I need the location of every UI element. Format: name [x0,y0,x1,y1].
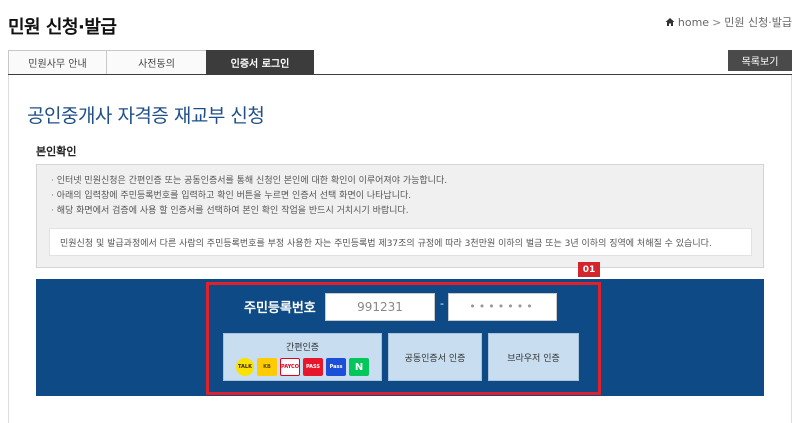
tab-bar: 민원사무 안내 사전동의 인증서 로그인 [8,50,314,75]
rrn-label: 주민등록번호 [244,301,316,316]
kb-icon: KB [257,358,277,376]
joint-certificate-button[interactable]: 공동인증서 인증 [388,333,482,381]
rrn-back-input[interactable]: ••••••• [448,293,557,321]
breadcrumb-separator: > [712,15,722,29]
simple-auth-button[interactable]: 간편인증 TALK KB PAYCO PASS Pass N [223,333,382,381]
pass-icon: PASS [303,358,323,376]
notice-item: 해당 화면에서 검증에 사용 할 인증서를 선택하여 본인 확인 작업을 반드시… [51,204,447,219]
tab-prior-consent[interactable]: 사전동의 [106,50,206,75]
samsung-pass-icon: Pass [326,358,346,376]
provider-icons: TALK KB PAYCO PASS Pass N [236,358,369,376]
list-view-button[interactable]: 목록보기 [728,50,792,71]
tab-certificate-login[interactable]: 인증서 로그인 [206,50,314,75]
application-title: 공인중개사 자격증 재교부 신청 [27,105,265,127]
rrn-dash: - [440,297,444,310]
rrn-front-input[interactable]: 991231 [325,293,435,321]
breadcrumb-current: 민원 신청·발급 [724,16,792,29]
tab-service-guide[interactable]: 민원사무 안내 [8,50,106,75]
naver-icon: N [349,358,369,376]
home-icon[interactable] [665,17,675,27]
simple-auth-label: 간편인증 [285,343,320,353]
legal-warning: 민원신청 및 발급과정에서 다른 사람의 주민등록번호를 부정 사용한 자는 주… [49,228,752,256]
notice-item: 아래의 입력창에 주민등록번호를 입력하고 확인 버튼을 누르면 인증서 선택 … [51,189,447,204]
payco-icon: PAYCO [280,358,300,376]
notice-box: 인터넷 민원신청은 간편인증 또는 공동인증서를 통해 신청인 본인에 대한 확… [36,164,764,268]
browser-auth-button[interactable]: 브라우저 인증 [488,333,579,381]
breadcrumb-home[interactable]: home [678,16,709,29]
step-badge: 01 [578,262,600,277]
notice-list: 인터넷 민원신청은 간편인증 또는 공동인증서를 통해 신청인 본인에 대한 확… [51,174,447,219]
section-heading: 본인확인 [36,145,77,158]
kakao-icon: TALK [236,358,254,376]
notice-item: 인터넷 민원신청은 간편인증 또는 공동인증서를 통해 신청인 본인에 대한 확… [51,174,447,189]
breadcrumb: home > 민원 신청·발급 [665,14,792,30]
page-title: 민원 신청·발급 [8,17,117,38]
